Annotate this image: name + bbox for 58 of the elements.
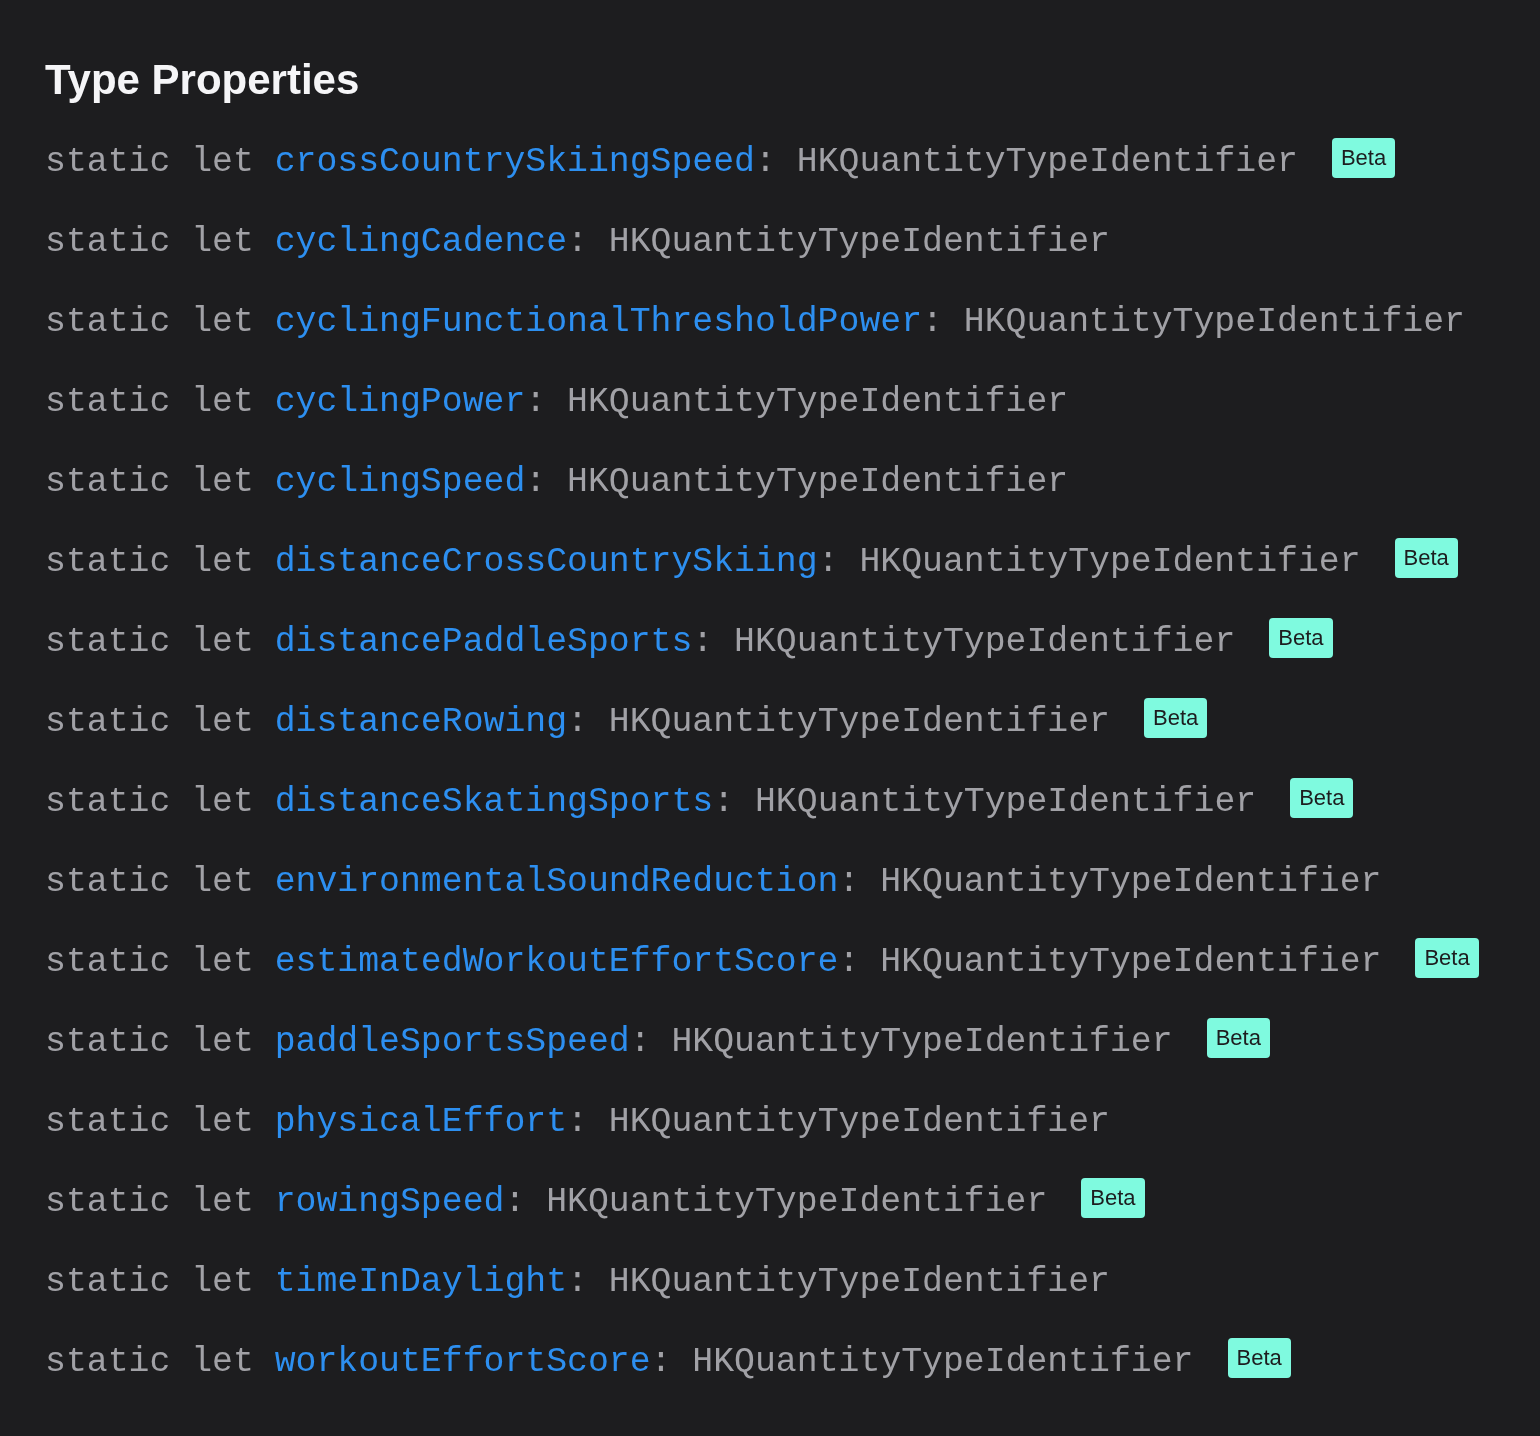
code-keyword: static let: [45, 861, 255, 903]
property-link[interactable]: distanceCrossCountrySkiing: [274, 540, 818, 584]
beta-badge: Beta: [1269, 618, 1333, 658]
code-keyword: static let: [45, 381, 255, 423]
property-link[interactable]: estimatedWorkoutEffortScore: [274, 940, 839, 984]
code-keyword: static let: [45, 941, 255, 983]
beta-badge: Beta: [1081, 1178, 1145, 1218]
property-link[interactable]: timeInDaylight: [274, 1260, 568, 1304]
code-keyword: static let: [45, 461, 255, 503]
property-link[interactable]: cyclingSpeed: [274, 460, 526, 504]
beta-badge: Beta: [1394, 538, 1458, 578]
beta-badge: Beta: [1415, 938, 1479, 978]
code-type: : HKQuantityTypeIdentifier: [922, 301, 1465, 343]
property-link[interactable]: physicalEffort: [274, 1100, 568, 1144]
beta-badge: Beta: [1206, 1018, 1270, 1058]
code-type: : HKQuantityTypeIdentifier: [713, 781, 1257, 823]
code-type: : HKQuantityTypeIdentifier: [504, 1181, 1048, 1223]
code-keyword: static let: [45, 1021, 255, 1063]
code-keyword: static let: [45, 621, 255, 663]
code-keyword: static let: [45, 1181, 255, 1223]
code-type: : HKQuantityTypeIdentifier: [755, 141, 1298, 183]
property-link[interactable]: distanceSkatingSports: [274, 780, 714, 824]
code-type: : HKQuantityTypeIdentifier: [817, 541, 1361, 583]
property-link[interactable]: workoutEffortScore: [274, 1340, 651, 1384]
code-keyword: static let: [45, 301, 255, 343]
beta-badge: Beta: [1290, 778, 1354, 818]
code-keyword: static let: [45, 221, 255, 263]
property-link[interactable]: cyclingCadence: [274, 220, 568, 264]
code-keyword: static let: [45, 1341, 255, 1383]
beta-badge: Beta: [1143, 698, 1208, 738]
code-type: : HKQuantityTypeIdentifier: [567, 221, 1110, 263]
property-link[interactable]: rowingSpeed: [274, 1180, 505, 1224]
code-type: : HKQuantityTypeIdentifier: [567, 701, 1110, 743]
code-type: : HKQuantityTypeIdentifier: [650, 1341, 1194, 1383]
code-keyword: static let: [45, 541, 255, 583]
code-type: : HKQuantityTypeIdentifier: [692, 621, 1236, 663]
property-link[interactable]: distancePaddleSports: [274, 620, 693, 664]
code-type: : HKQuantityTypeIdentifier: [838, 861, 1382, 903]
code-type: : HKQuantityTypeIdentifier: [567, 1261, 1110, 1303]
code-keyword: static let: [45, 701, 255, 743]
beta-badge: Beta: [1227, 1338, 1291, 1378]
property-link[interactable]: paddleSportsSpeed: [274, 1020, 630, 1064]
section-title: Type Properties: [45, 55, 360, 105]
beta-badge: Beta: [1331, 138, 1396, 178]
code-keyword: static let: [45, 141, 255, 183]
code-type: : HKQuantityTypeIdentifier: [567, 1101, 1110, 1143]
code-type: : HKQuantityTypeIdentifier: [838, 941, 1382, 983]
property-link[interactable]: cyclingPower: [274, 380, 526, 424]
property-link[interactable]: distanceRowing: [274, 700, 568, 744]
code-type: : HKQuantityTypeIdentifier: [525, 461, 1069, 503]
property-link[interactable]: environmentalSoundReduction: [274, 860, 839, 904]
property-link[interactable]: crossCountrySkiingSpeed: [274, 140, 755, 184]
code-type: : HKQuantityTypeIdentifier: [629, 1021, 1173, 1063]
code-keyword: static let: [45, 781, 255, 823]
code-keyword: static let: [45, 1261, 255, 1303]
code-type: : HKQuantityTypeIdentifier: [525, 381, 1069, 423]
code-keyword: static let: [45, 1101, 255, 1143]
property-link[interactable]: cyclingFunctionalThresholdPower: [274, 300, 923, 344]
